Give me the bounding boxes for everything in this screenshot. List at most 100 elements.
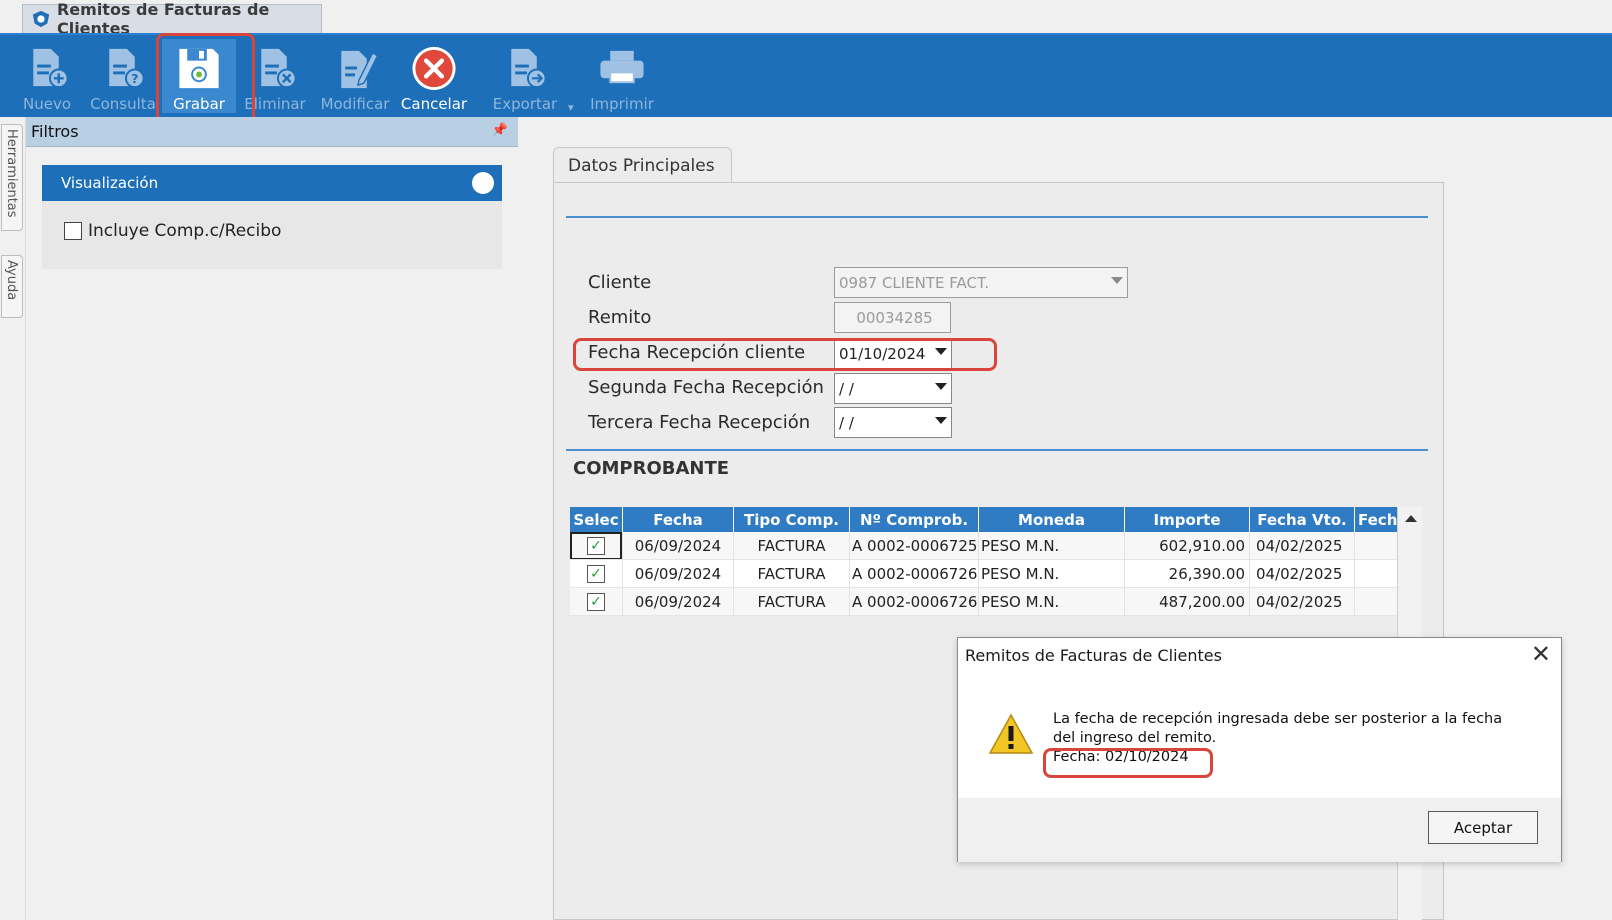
app-logo-icon bbox=[32, 10, 50, 28]
tipo-cell: FACTURA bbox=[734, 532, 850, 559]
top-divider bbox=[566, 216, 1428, 218]
tipo-cell: FACTURA bbox=[734, 588, 850, 615]
moneda-cell: PESO M.N. bbox=[979, 560, 1125, 587]
col-tipo[interactable]: Tipo Comp. bbox=[734, 507, 850, 532]
selec-cell[interactable]: ✓ bbox=[570, 560, 623, 587]
dialog-message-line1: La fecha de recepción ingresada debe ser… bbox=[1053, 711, 1503, 727]
cliente-value: 0987 CLIENTE FACT. bbox=[839, 273, 990, 292]
doc-question-icon: ? bbox=[109, 48, 145, 89]
modify-label: Modificar bbox=[320, 95, 390, 113]
delete-button[interactable]: Eliminar bbox=[238, 39, 312, 113]
numero-cell: A 0002-00067258 bbox=[850, 532, 979, 559]
fecha-cell: 06/09/2024 bbox=[623, 560, 734, 587]
calendar-dropdown-icon[interactable] bbox=[935, 348, 947, 355]
col-vto[interactable]: Fecha Vto. bbox=[1250, 507, 1355, 532]
row-focus-box: ✓ bbox=[570, 532, 622, 559]
fech-cell bbox=[1355, 560, 1401, 587]
help-side-tab-label: Ayuda bbox=[4, 260, 19, 301]
table-row[interactable]: ✓ 06/09/2024 FACTURA A 0002-00067258 PES… bbox=[570, 532, 1406, 560]
cancel-x-icon bbox=[412, 46, 456, 91]
save-button[interactable]: Grabar bbox=[162, 39, 236, 113]
chevron-down-icon bbox=[1111, 277, 1123, 284]
selec-cell[interactable]: ✓ bbox=[570, 588, 623, 615]
tercera-fecha-label: Tercera Fecha Recepción bbox=[588, 412, 811, 433]
row-checkbox[interactable]: ✓ bbox=[587, 536, 605, 555]
cliente-select[interactable]: 0987 CLIENTE FACT. bbox=[834, 267, 1128, 298]
filters-title: Filtros bbox=[31, 122, 79, 141]
printer-icon bbox=[600, 50, 644, 84]
new-label: Nuevo bbox=[22, 95, 71, 113]
visualization-group: Visualización Incluye Comp.c/Recibo bbox=[42, 165, 502, 269]
cancel-label: Cancelar bbox=[400, 95, 468, 113]
visualization-title: Visualización bbox=[61, 174, 159, 192]
dialog-message-line3: Fecha: 02/10/2024 bbox=[1053, 749, 1189, 765]
tercera-fecha-field[interactable]: / / bbox=[834, 407, 952, 438]
tools-side-tab[interactable]: Herramientas bbox=[1, 124, 23, 231]
table-row[interactable]: ✓ 06/09/2024 FACTURA A 0002-00067262 PES… bbox=[570, 560, 1406, 588]
include-receipt-label: Incluye Comp.c/Recibo bbox=[88, 221, 282, 241]
tab-label: Datos Principales bbox=[568, 156, 715, 176]
query-button[interactable]: ? Consulta bbox=[86, 39, 160, 113]
filters-panel: Visualización Incluye Comp.c/Recibo bbox=[26, 147, 518, 920]
table-row[interactable]: ✓ 06/09/2024 FACTURA A 0002-00067263 PES… bbox=[570, 588, 1406, 616]
tipo-cell: FACTURA bbox=[734, 560, 850, 587]
remito-value: 00034285 bbox=[856, 308, 933, 327]
error-dialog: Remitos de Facturas de Clientes ✕ La fec… bbox=[957, 637, 1562, 862]
importe-cell: 26,390.00 bbox=[1125, 560, 1250, 587]
comprobante-title: COMPROBANTE bbox=[573, 458, 730, 479]
doc-add-icon bbox=[33, 48, 69, 89]
new-button[interactable]: Nuevo bbox=[10, 39, 84, 113]
col-selec[interactable]: Selec bbox=[570, 507, 623, 532]
export-dropdown-caret-icon[interactable]: ▾ bbox=[568, 101, 574, 114]
col-fech[interactable]: Fech bbox=[1355, 507, 1401, 532]
title-bar: Remitos de Facturas de Clientes bbox=[0, 0, 1612, 38]
vto-cell: 04/02/2025 bbox=[1250, 588, 1355, 615]
tab-datos-principales[interactable]: Datos Principales bbox=[553, 147, 732, 184]
segunda-fecha-value: / / bbox=[839, 379, 854, 398]
selec-cell[interactable]: ✓ bbox=[570, 532, 623, 559]
collapse-toggle-icon[interactable] bbox=[472, 172, 494, 194]
visualization-header[interactable]: Visualización bbox=[42, 165, 502, 201]
segunda-fecha-field[interactable]: / / bbox=[834, 373, 952, 404]
col-moneda[interactable]: Moneda bbox=[979, 507, 1125, 532]
window-tab[interactable]: Remitos de Facturas de Clientes bbox=[22, 0, 322, 38]
col-fecha[interactable]: Fecha bbox=[623, 507, 734, 532]
moneda-cell: PESO M.N. bbox=[979, 588, 1125, 615]
modify-button[interactable]: Modificar bbox=[318, 39, 392, 113]
export-button[interactable]: Exportar bbox=[488, 39, 562, 113]
help-side-tab[interactable]: Ayuda bbox=[1, 255, 23, 318]
side-strip: Herramientas Ayuda bbox=[0, 117, 26, 920]
remito-label: Remito bbox=[588, 307, 652, 328]
moneda-cell: PESO M.N. bbox=[979, 532, 1125, 559]
accept-button[interactable]: Aceptar bbox=[1428, 811, 1538, 844]
doc-export-icon bbox=[511, 48, 547, 89]
mid-divider bbox=[566, 449, 1428, 451]
row-checkbox[interactable]: ✓ bbox=[587, 592, 605, 611]
dialog-message-line2: del ingreso del remito. bbox=[1053, 730, 1217, 746]
segunda-fecha-label: Segunda Fecha Recepción bbox=[588, 377, 824, 398]
save-label: Grabar bbox=[173, 95, 225, 113]
calendar-dropdown-icon[interactable] bbox=[935, 417, 947, 424]
warning-icon bbox=[988, 713, 1034, 754]
print-button[interactable]: Imprimir bbox=[585, 39, 659, 113]
include-receipt-row[interactable]: Incluye Comp.c/Recibo bbox=[64, 221, 502, 241]
col-numero[interactable]: Nº Comprob. bbox=[850, 507, 979, 532]
comprobante-grid: Selec Fecha Tipo Comp. Nº Comprob. Moned… bbox=[570, 507, 1406, 616]
fecha-cell: 06/09/2024 bbox=[623, 588, 734, 615]
calendar-dropdown-icon[interactable] bbox=[935, 383, 947, 390]
include-receipt-checkbox[interactable] bbox=[64, 222, 82, 240]
save-disk-icon bbox=[179, 48, 219, 89]
vto-cell: 04/02/2025 bbox=[1250, 560, 1355, 587]
tools-side-tab-label: Herramientas bbox=[4, 129, 19, 218]
remito-field[interactable]: 00034285 bbox=[834, 302, 951, 333]
close-icon[interactable]: ✕ bbox=[1531, 642, 1551, 666]
filters-header: Filtros 📌 bbox=[26, 117, 518, 147]
numero-cell: A 0002-00067263 bbox=[850, 588, 979, 615]
fech-cell bbox=[1355, 532, 1401, 559]
fecha-recepcion-field[interactable]: 01/10/2024 bbox=[834, 338, 952, 369]
cancel-button[interactable]: Cancelar bbox=[397, 39, 471, 113]
scroll-up-icon[interactable] bbox=[1405, 515, 1417, 522]
col-importe[interactable]: Importe bbox=[1125, 507, 1250, 532]
pin-icon[interactable]: 📌 bbox=[492, 123, 508, 138]
row-checkbox[interactable]: ✓ bbox=[587, 564, 605, 583]
